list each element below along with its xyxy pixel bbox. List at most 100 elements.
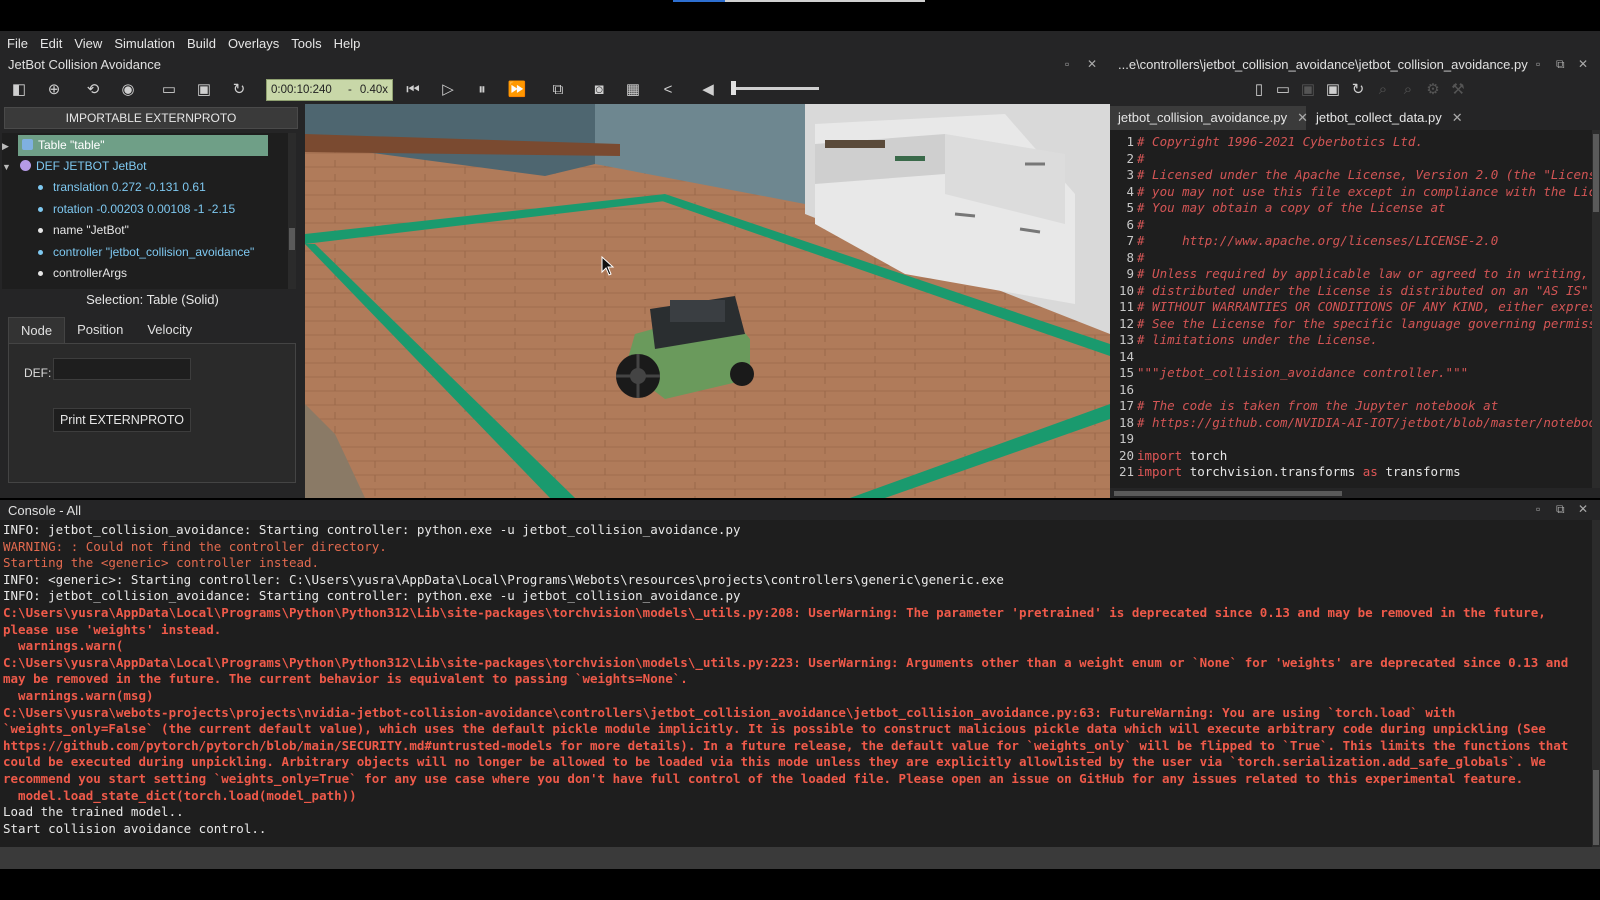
add-node-icon[interactable]: ⊕: [43, 79, 65, 101]
console-output[interactable]: INFO: jetbot_collision_avoidance: Starti…: [0, 520, 1592, 847]
minimize-icon[interactable]: ▫: [1536, 57, 1540, 71]
scrollbar-thumb[interactable]: [1114, 491, 1342, 496]
save-icon[interactable]: ▣: [1297, 79, 1319, 101]
step-icon[interactable]: ▷: [437, 79, 459, 101]
importable-externproto-button[interactable]: IMPORTABLE EXTERNPROTO: [4, 107, 298, 129]
code-line: #: [1137, 249, 1145, 265]
console-line: C:\Users\yusra\AppData\Local\Programs\Py…: [3, 654, 1569, 670]
tree-field-translation[interactable]: translation 0.272 -0.131 0.61: [38, 177, 206, 198]
reload-world-icon[interactable]: ↻: [228, 79, 250, 101]
code-line: # distributed under the License is distr…: [1137, 282, 1592, 298]
print-externproto-button[interactable]: Print EXTERNPROTO: [53, 408, 191, 432]
menu-file[interactable]: File: [3, 36, 32, 51]
volume-icon[interactable]: ◀: [697, 79, 719, 101]
menu-build[interactable]: Build: [183, 36, 220, 51]
line-number: 4: [1126, 183, 1134, 199]
screenshot-icon[interactable]: ◙: [588, 79, 610, 101]
tree-field-name[interactable]: name "JetBot": [38, 220, 129, 241]
close-tab-icon[interactable]: ✕: [1452, 110, 1463, 125]
code-line: # http://www.apache.org/licenses/LICENSE…: [1137, 233, 1499, 248]
tab-jetbot-collision-avoidance[interactable]: jetbot_collision_avoidance.py ✕: [1110, 106, 1308, 130]
open-file-icon[interactable]: ▭: [1272, 79, 1294, 101]
new-file-icon[interactable]: ▯: [1248, 79, 1270, 101]
menu-help[interactable]: Help: [330, 36, 365, 51]
restore-icon[interactable]: ⧉: [1556, 502, 1565, 517]
menu-overlays[interactable]: Overlays: [224, 36, 283, 51]
scene-tree-scrollbar[interactable]: [288, 133, 296, 289]
fast-forward-icon[interactable]: ⏩: [506, 79, 528, 101]
line-number: 10: [1118, 282, 1134, 298]
console-line: INFO: <generic>: Starting controller: C:…: [3, 571, 1004, 587]
maximize-icon[interactable]: ▫: [1065, 57, 1069, 71]
scrollbar-thumb[interactable]: [289, 228, 295, 250]
build-icon[interactable]: ⚙: [1422, 79, 1444, 101]
reset-simulation-icon[interactable]: ⏮: [402, 79, 424, 101]
tab-label: jetbot_collect_data.py: [1316, 110, 1442, 125]
rendering-icon[interactable]: ⧉: [547, 79, 569, 101]
solid-node-icon: [22, 139, 33, 150]
scene-tree-panel: IMPORTABLE EXTERNPROTO ▶ Table "table" ▼…: [0, 104, 305, 498]
menu-tools[interactable]: Tools: [287, 36, 325, 51]
mouse-cursor-icon: [601, 256, 615, 276]
def-label: DEF:: [24, 366, 52, 380]
code-line: # Licensed under the Apache License, Ver…: [1137, 167, 1592, 182]
editor-horizontal-scrollbar[interactable]: [1110, 488, 1600, 498]
open-world-icon[interactable]: ▭: [158, 79, 180, 101]
code-editor[interactable]: 1 # Copyright 1996-2021 Cyberbotics Ltd. 2…: [1110, 130, 1592, 488]
replace-icon[interactable]: ⌕: [1397, 79, 1419, 101]
scrollbar-thumb[interactable]: [1593, 134, 1599, 212]
find-icon[interactable]: ⌕: [1372, 79, 1394, 101]
editor-vertical-scrollbar[interactable]: [1592, 130, 1600, 488]
simulation-time-display: 0:00:10:240 - 0.40x: [266, 79, 393, 101]
close-icon[interactable]: ✕: [1087, 57, 1097, 71]
tree-field-rotation[interactable]: rotation -0.00203 0.00108 -1 -2.15: [38, 199, 235, 220]
reset-view-icon[interactable]: ⟲: [82, 79, 104, 101]
tab-node[interactable]: Node: [8, 317, 66, 343]
code-line: import torch: [1137, 447, 1228, 463]
line-number: 5: [1126, 200, 1134, 215]
close-tab-icon[interactable]: ✕: [1297, 110, 1308, 125]
save-as-icon[interactable]: ▣: [1322, 79, 1344, 101]
tab-jetbot-collect-data[interactable]: jetbot_collect_data.py ✕: [1308, 106, 1478, 130]
menu-simulation[interactable]: Simulation: [110, 36, 179, 51]
robot-node-icon: [20, 160, 31, 171]
view-icon[interactable]: ◉: [117, 79, 139, 101]
console-line: Load the trained model..: [3, 804, 184, 820]
top-accent-line: [673, 0, 725, 2]
sim-speed: 0.40x: [359, 84, 388, 96]
restore-icon[interactable]: ⧉: [1556, 57, 1565, 72]
volume-slider-knob[interactable]: [731, 81, 736, 95]
top-black-bar: [0, 0, 1600, 31]
pause-icon[interactable]: ⏸: [471, 79, 493, 101]
minimize-icon[interactable]: ▫: [1536, 502, 1540, 516]
def-input[interactable]: [53, 358, 191, 380]
menu-view[interactable]: View: [70, 36, 106, 51]
field-label: name "JetBot": [53, 223, 129, 237]
tab-velocity[interactable]: Velocity: [135, 317, 204, 343]
record-movie-icon[interactable]: ▦: [622, 79, 644, 101]
field-label: rotation -0.00203 0.00108 -1 -2.15: [53, 202, 236, 216]
tree-item-label: DEF JETBOT JetBot: [36, 159, 147, 173]
tab-position[interactable]: Position: [65, 317, 135, 343]
volume-slider[interactable]: [731, 81, 819, 95]
scrollbar-thumb[interactable]: [1593, 770, 1599, 845]
revert-icon[interactable]: ↻: [1347, 79, 1369, 101]
menu-edit[interactable]: Edit: [36, 36, 66, 51]
share-icon[interactable]: <: [657, 79, 679, 101]
close-icon[interactable]: ✕: [1578, 502, 1588, 516]
line-number: 14: [1118, 348, 1134, 364]
tree-item-jetbot[interactable]: DEF JETBOT JetBot: [20, 156, 146, 177]
save-world-icon[interactable]: ▣: [193, 79, 215, 101]
tree-item-table[interactable]: Table "table": [18, 135, 268, 156]
close-icon[interactable]: ✕: [1578, 57, 1588, 71]
3d-view[interactable]: [305, 104, 1110, 498]
hide-scene-tree-icon[interactable]: ◧: [8, 79, 30, 101]
tree-field-controllerargs[interactable]: controllerArgs: [38, 263, 127, 284]
status-bar: [0, 847, 1600, 869]
clean-icon[interactable]: ⚒: [1447, 79, 1469, 101]
code-line: # https://github.com/NVIDIA-AI-IOT/jetbo…: [1137, 414, 1592, 430]
tree-field-controller[interactable]: controller "jetbot_collision_avoidance": [38, 242, 254, 263]
console-scrollbar[interactable]: [1592, 520, 1600, 847]
console-line: INFO: jetbot_collision_avoidance: Starti…: [3, 588, 741, 604]
tree-collapse-arrow[interactable]: ▼: [2, 156, 11, 177]
